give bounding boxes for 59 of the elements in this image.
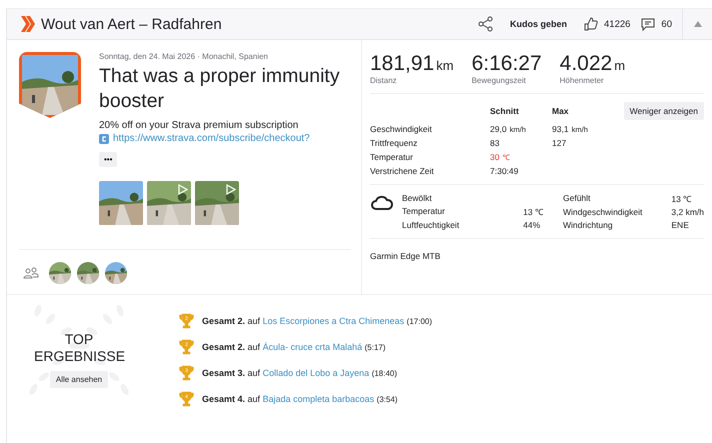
comment-icon[interactable]	[640, 16, 656, 32]
view-all-button[interactable]: Alle ansehen	[50, 370, 108, 388]
kudos-button[interactable]: Kudos geben	[504, 19, 573, 29]
result-text: Gesamt 2. auf Ácula- cruce crta Malahá (5:17)	[202, 342, 386, 352]
thumbs-up-icon[interactable]	[583, 16, 599, 32]
stat-unit: m	[614, 58, 626, 73]
weather-value: ENE	[671, 220, 690, 230]
activity-date: Sonntag, den 24. Mai 2026 · Monachil, Spanien	[99, 52, 270, 61]
segment-link[interactable]: Los Escorpiones a Ctra Chimeneas	[262, 316, 404, 326]
weather-value: 44%	[523, 220, 542, 230]
share-icon[interactable]	[478, 16, 494, 32]
cloud-icon	[370, 193, 394, 211]
segment-link[interactable]: Bajada completa barbacoas	[262, 394, 374, 404]
metric-label: Verstrichene Zeit	[370, 166, 435, 176]
metric-label: Geschwindigkeit	[370, 124, 433, 134]
average-value: 7:30:49	[490, 166, 520, 176]
weather-label: Windrichtung	[563, 220, 614, 230]
metric-label: Temperatur	[370, 152, 414, 162]
column-header: Max	[552, 106, 570, 116]
weather-condition: Bewölkt	[402, 193, 433, 203]
caret-icon	[694, 21, 702, 27]
stat-label: Distanz	[370, 76, 398, 85]
activity-title: That was a proper immunity booster	[99, 64, 341, 114]
segment-link[interactable]: Collado del Lobo a Jayena	[262, 368, 370, 378]
subscribe-link[interactable]: https://www.strava.com/subscribe/checkout?	[113, 133, 310, 144]
stat-value: 4.022	[560, 52, 612, 75]
device-name: Garmin Edge MTB	[370, 250, 442, 261]
metric-label: Trittfrequenz	[370, 138, 418, 148]
weather-label: Gefühlt	[563, 193, 592, 204]
result-text: Gesamt 3. auf Collado del Lobo a Jayena (18:40)	[202, 368, 398, 378]
weather-label: Temperatur	[402, 206, 446, 217]
link-icon	[99, 134, 109, 144]
column-header: Schnitt	[490, 106, 520, 116]
play-icon[interactable]	[178, 184, 188, 195]
comment-count: 60	[661, 18, 672, 30]
activity-header-title: Wout van Aert – Radfahren	[41, 16, 223, 32]
average-value: 83	[490, 138, 500, 148]
group-icon	[23, 267, 39, 279]
result-text: Gesamt 4. auf Bajada completa barbacoas (3:54)	[202, 394, 398, 404]
stat-unit: km	[436, 58, 454, 73]
stat-value: 181,91	[370, 52, 434, 75]
more-button[interactable]: •••	[99, 152, 118, 167]
play-icon[interactable]	[226, 184, 236, 195]
kudos-count: 41226	[604, 18, 630, 30]
max-value: 127	[552, 138, 568, 148]
weather-value: 13 ℃	[671, 193, 692, 204]
logo-icon	[21, 16, 35, 32]
weather-value: 13 ℃	[523, 206, 543, 217]
top-results-title: TOP ERGEBNISSE	[34, 330, 124, 364]
stat-label: Bewegungszeit	[472, 76, 527, 85]
result-text: Gesamt 2. auf Los Escorpiones a Ctra Chimeneas (17:00)	[202, 316, 432, 326]
segment-link[interactable]: Ácula- cruce crta Malahá	[262, 342, 362, 352]
stat-label: Höhenmeter	[560, 76, 605, 85]
stat-value: 6:16:27	[472, 52, 542, 75]
weather-label: Windgeschwindigkeit	[563, 207, 644, 217]
show-less-button[interactable]: Weniger anzeigen	[624, 102, 704, 120]
weather-label: Luftfeuchtigkeit	[402, 220, 460, 230]
weather-value: 3,2 km/h	[671, 207, 704, 217]
activity-description: 20% off on your Strava premium subscription	[99, 120, 300, 131]
